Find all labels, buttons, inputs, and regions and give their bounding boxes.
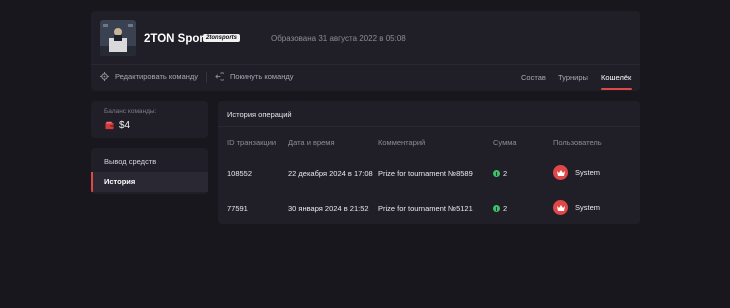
- leave-team-label: Покинуть команду: [230, 72, 294, 81]
- transaction-amount: 2: [493, 204, 507, 213]
- transaction-user-name: System: [575, 203, 601, 212]
- wallet-side-menu: Вывод средств История: [91, 148, 208, 194]
- gear-icon: [100, 72, 109, 81]
- column-header-amount: Сумма: [493, 138, 517, 147]
- balance-card: Баланс команды: $4: [91, 101, 208, 138]
- transaction-user[interactable]: System: [553, 200, 600, 215]
- active-menu-indicator: [91, 172, 93, 192]
- tab-tournaments[interactable]: Турниры: [558, 73, 588, 82]
- menu-item-history[interactable]: История: [91, 172, 208, 192]
- logout-icon: [215, 72, 224, 81]
- active-tab-indicator: [601, 88, 632, 90]
- crown-icon: [553, 200, 568, 215]
- column-header-user: Пользователь: [553, 138, 602, 147]
- balance-value: $4: [119, 120, 131, 131]
- transaction-user[interactable]: System: [553, 165, 600, 180]
- team-header: 2TON Sports 2tonsports Образована 31 авг…: [91, 11, 640, 91]
- coin-icon: [493, 205, 500, 212]
- transaction-amount-value: 2: [503, 169, 508, 178]
- transaction-amount-value: 2: [503, 204, 508, 213]
- column-header-id: ID транзакции: [227, 138, 277, 147]
- column-header-datetime: Дата и время: [288, 138, 335, 147]
- transaction-comment: Prize for tournament №8589: [378, 169, 473, 178]
- transaction-comment: Prize for tournament №5121: [378, 204, 473, 213]
- edit-team-button[interactable]: Редактировать команду: [100, 72, 198, 81]
- transaction-user-name: System: [575, 168, 601, 177]
- edit-team-label: Редактировать команду: [115, 72, 199, 81]
- menu-item-withdraw[interactable]: Вывод средств: [91, 152, 208, 172]
- team-created-date: Образована 31 августа 2022 в 05:08: [271, 34, 406, 43]
- wallet-icon: [105, 121, 114, 130]
- history-title: История операций: [227, 110, 292, 119]
- team-avatar: [100, 20, 136, 56]
- team-tag-badge: 2tonsports: [203, 34, 241, 42]
- transaction-amount: 2: [493, 169, 507, 178]
- transaction-datetime: 30 января 2024 в 21:52: [288, 204, 369, 213]
- transaction-history-panel: История операций ID транзакции Дата и вр…: [218, 101, 640, 224]
- tab-wallet[interactable]: Кошелёк: [601, 73, 631, 82]
- transaction-datetime: 22 декабря 2024 в 17:08: [288, 169, 373, 178]
- history-divider: [218, 126, 640, 127]
- crown-icon: [553, 165, 568, 180]
- transaction-id: 108552: [227, 169, 253, 178]
- tab-roster[interactable]: Состав: [521, 73, 546, 82]
- column-header-comment: Комментарий: [378, 138, 426, 147]
- transaction-id: 77591: [227, 204, 248, 213]
- leave-team-button[interactable]: Покинуть команду: [215, 72, 293, 81]
- balance-label: Баланс команды:: [104, 108, 157, 115]
- header-divider: [91, 64, 640, 65]
- action-separator: [206, 72, 207, 83]
- coin-icon: [493, 170, 500, 177]
